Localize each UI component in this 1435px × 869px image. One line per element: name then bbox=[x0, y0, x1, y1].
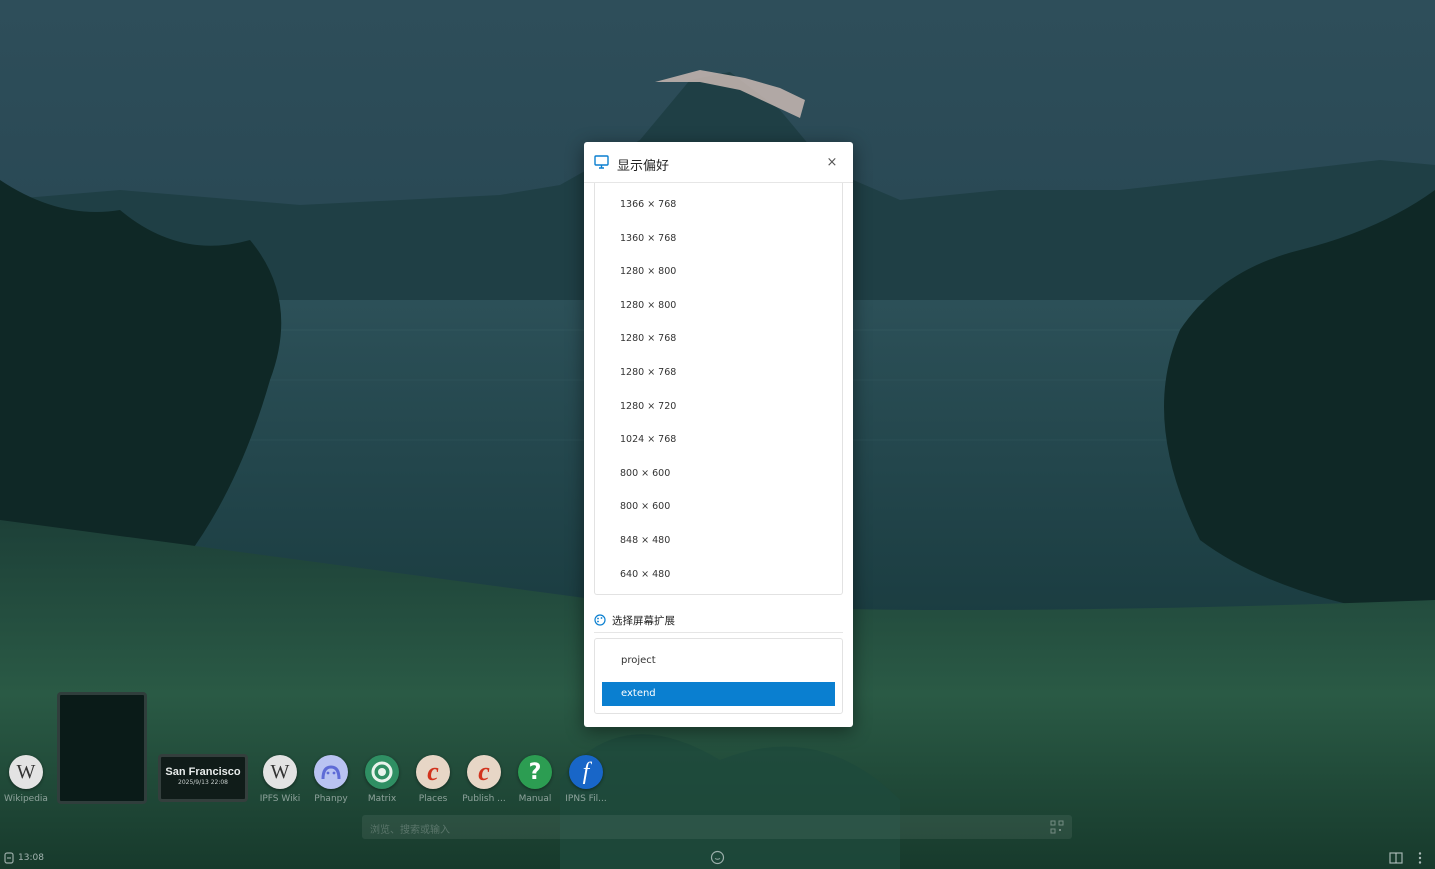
widget-preview[interactable] bbox=[57, 692, 147, 804]
screen-extension-title: 选择屏幕扩展 bbox=[612, 615, 675, 627]
wikipedia-icon: W bbox=[9, 755, 43, 789]
close-button[interactable]: × bbox=[822, 153, 842, 173]
dock-app-ipns[interactable]: f IPNS Fil... bbox=[556, 752, 616, 804]
matrix-icon bbox=[365, 755, 399, 789]
resolution-list[interactable]: 1366 × 768 1360 × 768 1280 × 800 1280 × … bbox=[594, 183, 843, 595]
resolution-option[interactable]: 1366 × 768 bbox=[595, 191, 842, 219]
monitor-icon bbox=[594, 155, 609, 169]
resolution-option[interactable]: 1280 × 800 bbox=[595, 292, 842, 320]
screen-extension-header: 选择屏幕扩展 bbox=[594, 612, 843, 633]
status-time: 13:08 bbox=[18, 853, 44, 863]
dialog-header: 显示偏好 × bbox=[584, 142, 853, 183]
mode-option-extend[interactable]: extend bbox=[602, 682, 835, 706]
resolution-option[interactable]: 640 × 480 bbox=[595, 561, 842, 589]
split-view-icon[interactable] bbox=[1389, 851, 1403, 865]
search-placeholder: 浏览、搜索或输入 bbox=[370, 825, 450, 836]
clock-widget[interactable]: San Francisco 2025/9/13 22:08 bbox=[158, 754, 248, 802]
resolution-option[interactable]: 848 × 480 bbox=[595, 527, 842, 555]
manual-icon: ? bbox=[518, 755, 552, 789]
resolution-option[interactable]: 1360 × 768 bbox=[595, 225, 842, 253]
display-preferences-dialog: 显示偏好 × 1366 × 768 1360 × 768 1280 × 800 … bbox=[584, 142, 853, 727]
resolution-option[interactable]: 800 × 600 bbox=[595, 493, 842, 521]
mode-option-project[interactable]: project bbox=[602, 649, 835, 673]
clock-datetime: 2025/9/13 22:08 bbox=[178, 779, 228, 786]
dock-app-label: IPNS Fil... bbox=[565, 794, 607, 804]
resolution-option[interactable]: 1280 × 768 bbox=[595, 325, 842, 353]
palette-icon bbox=[594, 614, 606, 626]
dock-app-wikipedia[interactable]: W Wikipedia bbox=[0, 752, 56, 804]
places-icon: c bbox=[416, 755, 450, 789]
resolution-option[interactable]: 1280 × 800 bbox=[595, 258, 842, 286]
extension-mode-list[interactable]: project extend bbox=[594, 638, 843, 714]
qr-code-icon[interactable] bbox=[1050, 820, 1064, 834]
phanpy-icon bbox=[314, 755, 348, 789]
search-bar[interactable]: 浏览、搜索或输入 bbox=[362, 815, 1072, 839]
resolution-option[interactable]: 1024 × 768 bbox=[595, 426, 842, 454]
dock-app-label: Wikipedia bbox=[4, 794, 48, 804]
resolution-option[interactable]: 1280 × 720 bbox=[595, 393, 842, 421]
resolution-option[interactable]: 800 × 600 bbox=[595, 460, 842, 488]
resolution-option[interactable]: 1280 × 768 bbox=[595, 359, 842, 387]
ipns-icon: f bbox=[569, 755, 603, 789]
publish-icon: c bbox=[467, 755, 501, 789]
dialog-title: 显示偏好 bbox=[617, 159, 670, 174]
clock-city: San Francisco bbox=[165, 766, 241, 778]
sync-icon[interactable] bbox=[3, 851, 15, 865]
wikipedia-icon: W bbox=[263, 755, 297, 789]
home-button-icon[interactable] bbox=[710, 850, 725, 865]
more-menu-icon[interactable] bbox=[1417, 851, 1423, 865]
